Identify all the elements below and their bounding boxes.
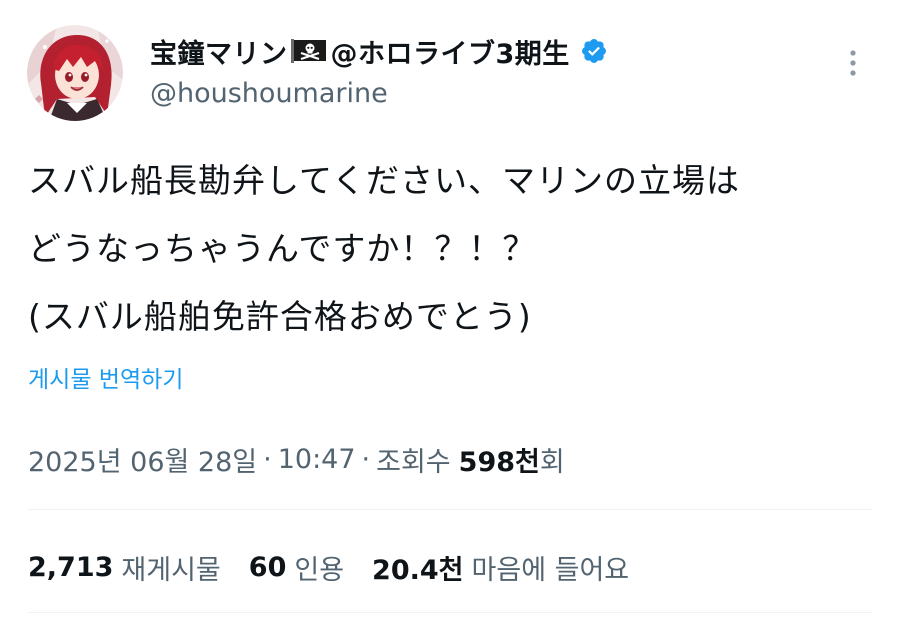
meta-separator: · <box>361 443 371 475</box>
quotes-label: 인용 <box>294 554 345 586</box>
divider <box>28 509 872 510</box>
retweets-stat[interactable]: 2,713 재게시물 <box>28 548 221 587</box>
quotes-count: 60 <box>248 551 287 583</box>
translate-post-link[interactable]: 게시물 번역하기 <box>28 360 183 394</box>
avatar[interactable] <box>27 25 123 121</box>
group-suffix[interactable]: @ホロライブ3期生 <box>331 32 570 71</box>
post-time[interactable]: 10:47 <box>278 444 356 475</box>
tweet-line: どうなっちゃうんですか！？！？ <box>28 229 537 268</box>
tweet-line: スバル船長勘弁してください、マリンの立場は <box>28 161 741 200</box>
pirate-flag-icon <box>290 38 328 64</box>
tweet-meta: 2025년 06월 28일 · 10:47 · 조회수 598천 회 <box>28 437 565 481</box>
retweets-label: 재게시물 <box>121 554 221 586</box>
author-name-row[interactable]: 宝鐘マリン @ホロライブ3期生 <box>150 31 608 71</box>
retweets-count: 2,713 <box>28 551 114 583</box>
likes-label: 마음에 들어요 <box>471 554 630 586</box>
more-vertical-icon[interactable] <box>838 45 868 81</box>
views-prefix: 조회수 <box>376 446 451 478</box>
likes-count: 20.4천 <box>372 554 464 586</box>
avatar-image <box>27 25 123 121</box>
divider <box>28 612 872 613</box>
tweet-text: スバル船長勘弁してください、マリンの立場は どうなっちゃうんですか！？！？ (ス… <box>28 147 878 351</box>
post-date[interactable]: 2025년 06월 28일 <box>28 440 257 479</box>
tweet-line: (スバル船舶免許合格おめでとう) <box>28 297 532 336</box>
views-count: 598천 <box>458 446 540 478</box>
verified-badge-icon[interactable] <box>580 37 608 65</box>
engagement-stats: 2,713 재게시물 60 인용 20.4천 마음에 들어요 <box>28 545 657 589</box>
meta-separator: · <box>263 443 272 475</box>
views-suffix: 회 <box>539 446 565 478</box>
quotes-stat[interactable]: 60 인용 <box>249 548 344 587</box>
display-name[interactable]: 宝鐘マリン <box>150 32 288 71</box>
author-handle[interactable]: @houshoumarine <box>150 78 388 109</box>
likes-stat[interactable]: 20.4천 마음에 들어요 <box>372 548 629 587</box>
